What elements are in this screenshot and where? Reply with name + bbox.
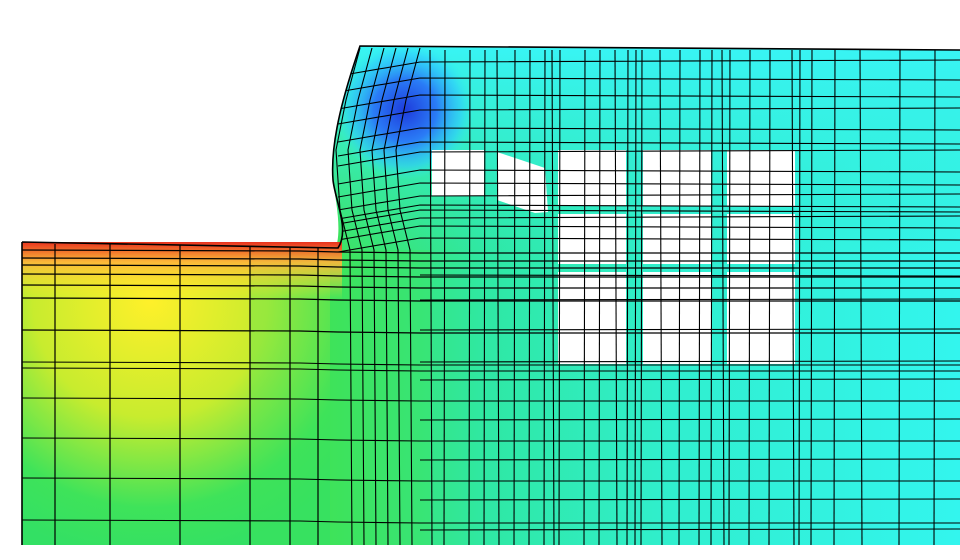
fe-contour-plot-viewport — [0, 0, 960, 560]
opening — [643, 272, 711, 364]
opening — [432, 150, 484, 196]
opening — [727, 150, 795, 206]
fe-mesh-canvas — [21, 45, 960, 545]
opening — [643, 150, 711, 206]
opening — [727, 272, 795, 364]
